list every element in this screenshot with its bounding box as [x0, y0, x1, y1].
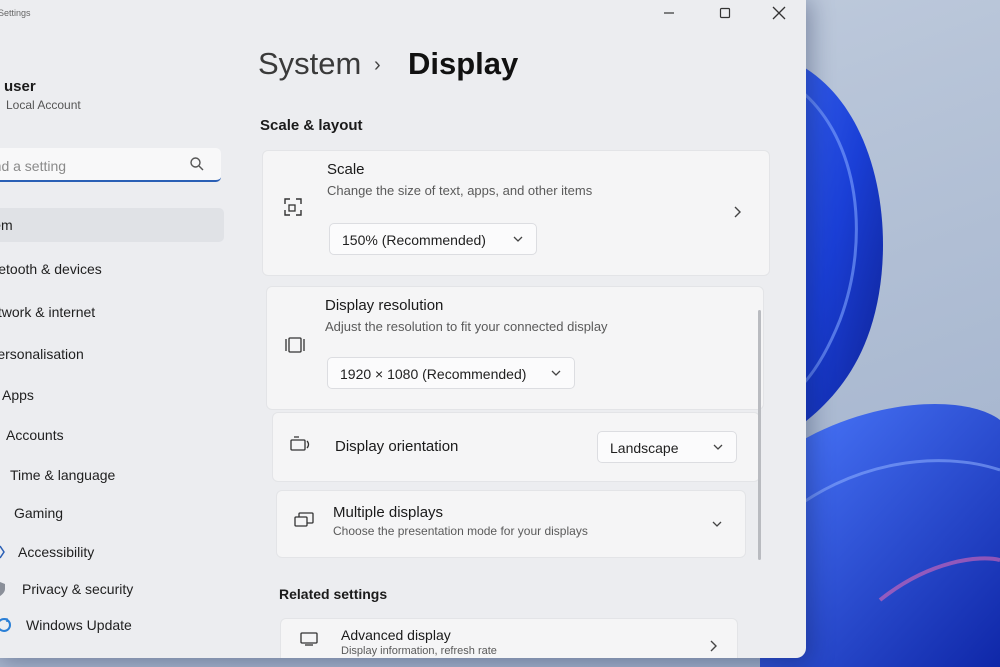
sidebar-item-label: Network & internet	[0, 304, 96, 320]
multiple-displays-title: Multiple displays	[333, 504, 444, 521]
window-title: Settings	[0, 8, 31, 18]
sidebar-item-label: Privacy & security	[22, 581, 134, 597]
chevron-right-icon	[710, 640, 717, 652]
user-account-type: Local Account	[6, 98, 81, 112]
sidebar: user Local Account Find a setting System…	[0, 30, 234, 658]
chevron-down-icon	[713, 444, 723, 450]
sidebar-item-gaming[interactable]: Gaming	[0, 496, 224, 530]
scale-icon	[284, 198, 302, 216]
breadcrumb-parent[interactable]: System	[258, 46, 361, 82]
sidebar-item-label: Gaming	[14, 505, 64, 521]
sidebar-item-label: Windows Update	[26, 617, 132, 633]
scale-title: Scale	[327, 161, 365, 178]
close-icon	[772, 6, 786, 20]
resolution-description: Adjust the resolution to fit your connec…	[325, 319, 608, 334]
minimize-button[interactable]	[646, 0, 692, 26]
maximize-button[interactable]	[702, 0, 748, 26]
resolution-value: 1920 × 1080 (Recommended)	[340, 366, 527, 382]
sidebar-item-bluetooth[interactable]: Bluetooth & devices	[0, 252, 224, 286]
scale-value: 150% (Recommended)	[342, 232, 486, 248]
chevron-down-icon	[513, 236, 523, 242]
section-heading-related: Related settings	[279, 586, 388, 602]
sidebar-item-label: System	[0, 217, 13, 233]
sidebar-item-label: Time & language	[10, 467, 116, 483]
orientation-icon	[290, 436, 310, 451]
scale-dropdown[interactable]: 150% (Recommended)	[329, 223, 537, 255]
search-input[interactable]: Find a setting	[0, 158, 66, 174]
orientation-dropdown[interactable]: Landscape	[597, 431, 737, 463]
advanced-display-title: Advanced display	[341, 627, 451, 643]
scale-card[interactable]: Scale Change the size of text, apps, and…	[262, 150, 770, 276]
search-box[interactable]: Find a setting	[0, 148, 221, 182]
orientation-card: Display orientation Landscape	[272, 412, 760, 482]
resolution-card: Display resolution Adjust the resolution…	[266, 286, 764, 410]
search-icon[interactable]	[189, 156, 205, 172]
sidebar-item-personalisation[interactable]: Personalisation	[0, 337, 224, 371]
page-title: Display	[408, 46, 519, 81]
sidebar-item-windows-update[interactable]: Windows Update	[0, 608, 224, 642]
sidebar-item-network[interactable]: Network & internet	[0, 295, 224, 329]
update-icon	[0, 618, 11, 632]
sidebar-item-label: Accounts	[6, 427, 64, 443]
chevron-right-icon[interactable]	[733, 205, 743, 219]
multiple-displays-card[interactable]: Multiple displays Choose the presentatio…	[276, 490, 746, 558]
minimize-icon	[664, 12, 674, 14]
sidebar-item-label: Accessibility	[18, 544, 95, 560]
resolution-title: Display resolution	[325, 297, 444, 314]
orientation-title: Display orientation	[335, 438, 459, 455]
sidebar-item-time-language[interactable]: Time & language	[0, 458, 224, 492]
sidebar-item-label: Apps	[2, 387, 34, 403]
settings-window: Settings user Local Account Find a setti…	[0, 0, 806, 658]
sidebar-item-label: Bluetooth & devices	[0, 261, 102, 277]
monitor-icon	[300, 632, 318, 646]
sidebar-item-system[interactable]: System	[0, 208, 224, 242]
orientation-value: Landscape	[610, 440, 679, 456]
breadcrumb-separator: ›	[374, 54, 381, 76]
sidebar-item-accessibility[interactable]: Accessibility	[0, 535, 224, 569]
advanced-display-card[interactable]: Advanced display Display information, re…	[280, 618, 738, 658]
maximize-icon	[719, 7, 731, 19]
title-bar[interactable]: Settings	[0, 0, 806, 30]
sidebar-item-privacy[interactable]: Privacy & security	[0, 572, 224, 606]
multiple-displays-description: Choose the presentation mode for your di…	[333, 524, 588, 538]
user-name: user	[4, 78, 36, 95]
scale-description: Change the size of text, apps, and other…	[327, 183, 593, 198]
close-button[interactable]	[756, 0, 802, 26]
section-heading-scale-layout: Scale & layout	[260, 117, 363, 134]
sidebar-item-label: Personalisation	[0, 346, 84, 362]
chevron-down-icon[interactable]	[711, 519, 723, 529]
chevron-down-icon	[551, 370, 561, 376]
advanced-display-description: Display information, refresh rate	[341, 645, 497, 657]
sidebar-item-accounts[interactable]: Accounts	[0, 418, 224, 452]
resolution-dropdown[interactable]: 1920 × 1080 (Recommended)	[327, 357, 575, 389]
multiple-displays-icon	[294, 512, 314, 527]
accessibility-icon	[0, 545, 5, 559]
sidebar-item-apps[interactable]: Apps	[0, 378, 224, 412]
resolution-icon	[285, 337, 305, 353]
shield-icon	[0, 582, 5, 596]
scrollbar[interactable]	[758, 310, 761, 560]
